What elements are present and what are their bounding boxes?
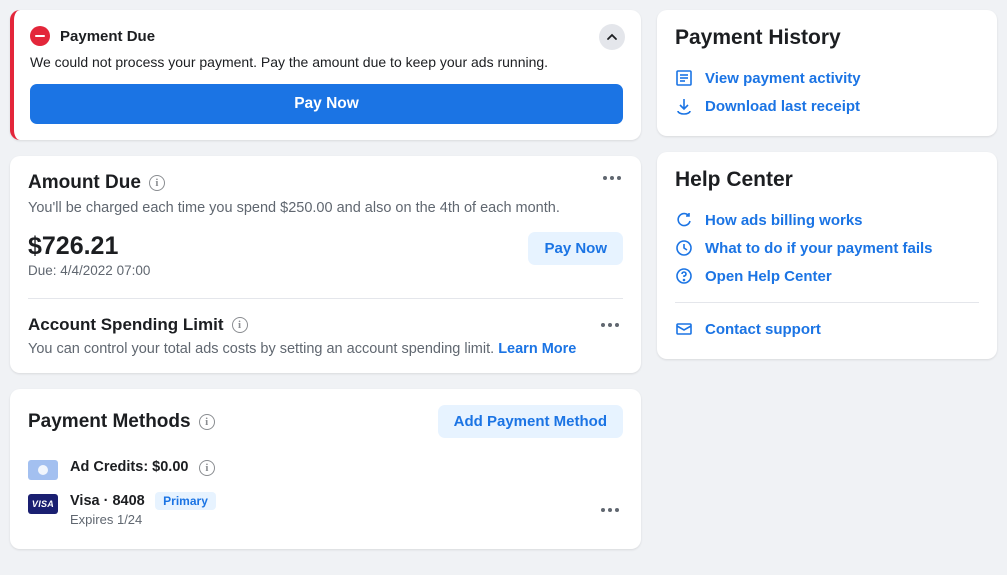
alert-body: We could not process your payment. Pay t…	[30, 54, 623, 70]
primary-badge: Primary	[155, 492, 216, 510]
info-icon[interactable]: i	[199, 460, 215, 476]
chevron-up-icon	[606, 31, 618, 43]
spending-limit-title: Account Spending Limit	[28, 315, 224, 335]
visa-icon: VISA	[28, 494, 58, 514]
spending-limit-menu-button[interactable]	[597, 319, 623, 331]
amount-due-subtext: You'll be charged each time you spend $2…	[28, 200, 623, 216]
info-icon[interactable]: i	[199, 414, 215, 430]
payment-method-visa: VISA Visa · 8408 Primary Expires 1/24	[28, 486, 623, 533]
visa-menu-button[interactable]	[597, 504, 623, 516]
mail-icon	[675, 320, 693, 338]
learn-more-link[interactable]: Learn More	[498, 341, 576, 357]
payment-history-card: Payment History View payment activity Do…	[657, 10, 997, 136]
amount-due-value: $726.21	[28, 232, 150, 261]
refresh-icon	[675, 211, 693, 229]
how-billing-works-link[interactable]: How ads billing works	[675, 206, 979, 234]
payment-due-alert: Payment Due We could not process your pa…	[10, 10, 641, 140]
open-help-center-link[interactable]: Open Help Center	[675, 262, 979, 290]
view-payment-activity-link[interactable]: View payment activity	[675, 64, 979, 92]
download-receipt-link[interactable]: Download last receipt	[675, 92, 979, 120]
spending-limit-subtext: You can control your total ads costs by …	[28, 341, 623, 357]
collapse-button[interactable]	[599, 24, 625, 50]
info-icon[interactable]: i	[149, 175, 165, 191]
error-icon	[30, 26, 50, 46]
amount-due-card: Amount Due i You'll be charged each time…	[10, 156, 641, 373]
amount-due-menu-button[interactable]	[599, 172, 625, 184]
alert-title: Payment Due	[60, 28, 155, 45]
pay-now-soft-button[interactable]: Pay Now	[528, 232, 623, 265]
download-icon	[675, 97, 693, 115]
visa-label: Visa · 8408	[70, 493, 145, 509]
payment-fail-help-link[interactable]: What to do if your payment fails	[675, 234, 979, 262]
amount-due-date: Due: 4/4/2022 07:00	[28, 263, 150, 278]
payment-history-title: Payment History	[675, 26, 979, 50]
payment-methods-title: Payment Methods	[28, 411, 191, 433]
visa-expires: Expires 1/24	[70, 512, 216, 527]
credits-label: Ad Credits: $0.00	[70, 459, 188, 475]
help-center-title: Help Center	[675, 168, 979, 192]
question-icon	[675, 267, 693, 285]
list-icon	[675, 69, 693, 87]
amount-due-title: Amount Due	[28, 172, 141, 194]
pay-now-button[interactable]: Pay Now	[30, 84, 623, 124]
help-center-card: Help Center How ads billing works What t…	[657, 152, 997, 359]
payment-method-credits: Ad Credits: $0.00 i	[28, 452, 623, 486]
info-icon[interactable]: i	[232, 317, 248, 333]
clock-icon	[675, 239, 693, 257]
contact-support-link[interactable]: Contact support	[675, 315, 979, 343]
payment-methods-card: Payment Methods i Add Payment Method Ad …	[10, 389, 641, 549]
credits-icon	[28, 460, 58, 480]
add-payment-method-button[interactable]: Add Payment Method	[438, 405, 623, 438]
